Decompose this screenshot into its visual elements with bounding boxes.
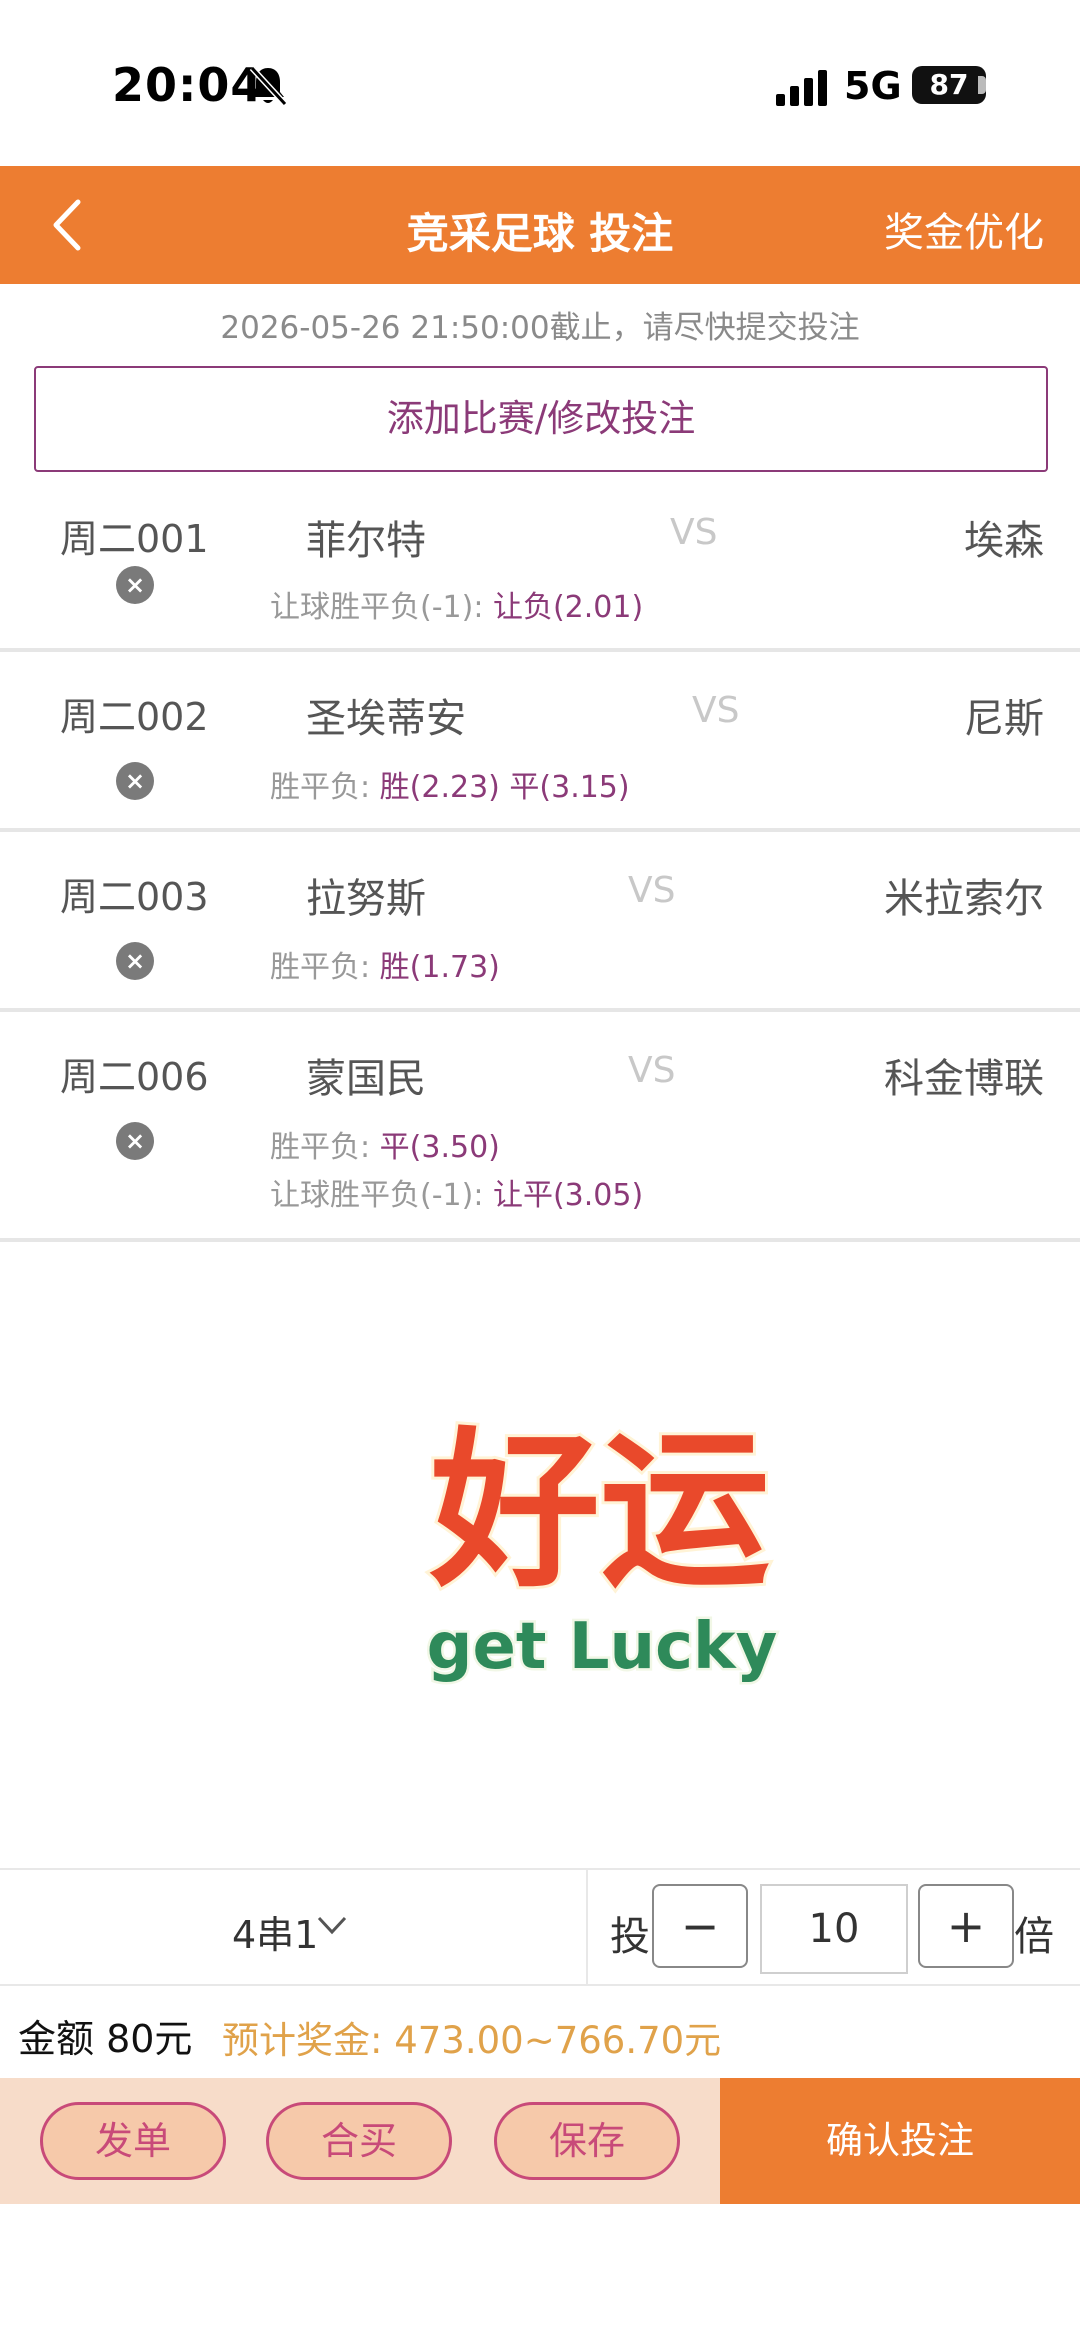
- decrease-multiplier-button[interactable]: −: [652, 1884, 748, 1968]
- away-team: 尼斯: [964, 696, 1044, 742]
- match-id: 周二006: [60, 1055, 209, 1099]
- post-order-button[interactable]: 发单: [40, 2102, 226, 2180]
- bet-picks: 让平(3.05): [492, 1178, 644, 1213]
- add-match-button[interactable]: 添加比赛/修改投注: [34, 366, 1048, 472]
- bet-line: 胜平负: 胜(1.73): [270, 942, 500, 986]
- bet-amount: 金额 80元: [18, 2017, 193, 2061]
- bonus-optimize-button[interactable]: 奖金优化: [884, 200, 1044, 258]
- bet-controls: 4串1 投 − 10 + 倍: [0, 1868, 1080, 1986]
- vs-label: VS: [670, 512, 718, 553]
- match-row: 周二001 菲尔特 VS 埃森 × 让球胜平负(-1): 让负(2.01): [0, 484, 1080, 652]
- network-type: 5G: [844, 64, 902, 108]
- match-row: 周二003 拉努斯 VS 米拉索尔 × 胜平负: 胜(1.73): [0, 832, 1080, 1012]
- bet-line: 让球胜平负(-1): 让负(2.01): [270, 582, 643, 626]
- bet-line: 让球胜平负(-1): 让平(3.05): [270, 1170, 643, 1214]
- home-team: 菲尔特: [306, 518, 426, 564]
- status-time: 20:04: [112, 58, 264, 112]
- status-bar: 20:04 5G 87: [0, 0, 1080, 166]
- action-bar: 发单 合买 保存 确认投注: [0, 2078, 1080, 2204]
- battery-cap: [978, 76, 986, 94]
- match-id: 周二002: [60, 695, 209, 739]
- remove-match-icon[interactable]: ×: [116, 566, 154, 604]
- signal-icon: [776, 70, 827, 106]
- vs-label: VS: [628, 870, 676, 911]
- bet-type: 胜平负:: [270, 770, 380, 805]
- bet-picks: 平(3.50): [379, 1130, 500, 1165]
- home-team: 蒙国民: [306, 1056, 426, 1102]
- match-row: 周二006 蒙国民 VS 科金博联 × 胜平负: 平(3.50) 让球胜平负(-…: [0, 1012, 1080, 1242]
- match-id: 周二003: [60, 875, 209, 919]
- match-id: 周二001: [60, 517, 209, 561]
- bet-picks: 胜(1.73): [379, 950, 500, 985]
- save-button[interactable]: 保存: [494, 2102, 680, 2180]
- group-buy-button[interactable]: 合买: [266, 2102, 452, 2180]
- bet-type: 胜平负:: [270, 950, 380, 985]
- home-team: 圣埃蒂安: [306, 696, 466, 742]
- logo-english: get Lucky: [427, 1610, 778, 1684]
- multiplier-input[interactable]: 10: [760, 1884, 908, 1974]
- bet-type: 让球胜平负(-1):: [270, 590, 493, 625]
- deadline-notice: 2026-05-26 21:50:00截止，请尽快提交投注: [220, 310, 860, 346]
- bet-line: 胜平负: 平(3.50): [270, 1122, 500, 1166]
- remove-match-icon[interactable]: ×: [116, 942, 154, 980]
- match-row: 周二002 圣埃蒂安 VS 尼斯 × 胜平负: 胜(2.23) 平(3.15): [0, 652, 1080, 832]
- battery-indicator: 87: [912, 66, 986, 104]
- good-luck-logo: 好运 get Lucky: [424, 1410, 780, 1687]
- vs-label: VS: [692, 690, 740, 731]
- nav-bar: 竞采足球 投注 奖金优化: [0, 166, 1080, 284]
- remove-match-icon[interactable]: ×: [116, 1122, 154, 1160]
- vs-label: VS: [628, 1050, 676, 1091]
- away-team: 科金博联: [884, 1056, 1044, 1102]
- estimated-prize: 预计奖金: 473.00~766.70元: [222, 2019, 722, 2062]
- summary-row: 金额 80元 预计奖金: 473.00~766.70元: [0, 1990, 1080, 2076]
- home-team: 拉努斯: [306, 876, 426, 922]
- pass-type-select[interactable]: 4串1: [232, 1904, 318, 1959]
- away-team: 埃森: [964, 518, 1044, 564]
- chevron-down-icon[interactable]: [316, 1914, 348, 1936]
- away-team: 米拉索尔: [884, 876, 1044, 922]
- remove-match-icon[interactable]: ×: [116, 762, 154, 800]
- multiplier-prefix: 投: [610, 1914, 650, 1960]
- bet-line: 胜平负: 胜(2.23) 平(3.15): [270, 762, 630, 806]
- confirm-bet-button[interactable]: 确认投注: [720, 2078, 1080, 2204]
- bet-picks: 让负(2.01): [492, 590, 644, 625]
- divider: [586, 1870, 588, 1986]
- bet-type: 胜平负:: [270, 1130, 380, 1165]
- bet-type: 让球胜平负(-1):: [270, 1178, 493, 1213]
- logo-chinese: 好运: [429, 1413, 770, 1611]
- bet-picks: 胜(2.23) 平(3.15): [379, 770, 630, 805]
- increase-multiplier-button[interactable]: +: [918, 1884, 1014, 1968]
- multiplier-suffix: 倍: [1014, 1914, 1054, 1960]
- bell-off-icon: [249, 65, 288, 107]
